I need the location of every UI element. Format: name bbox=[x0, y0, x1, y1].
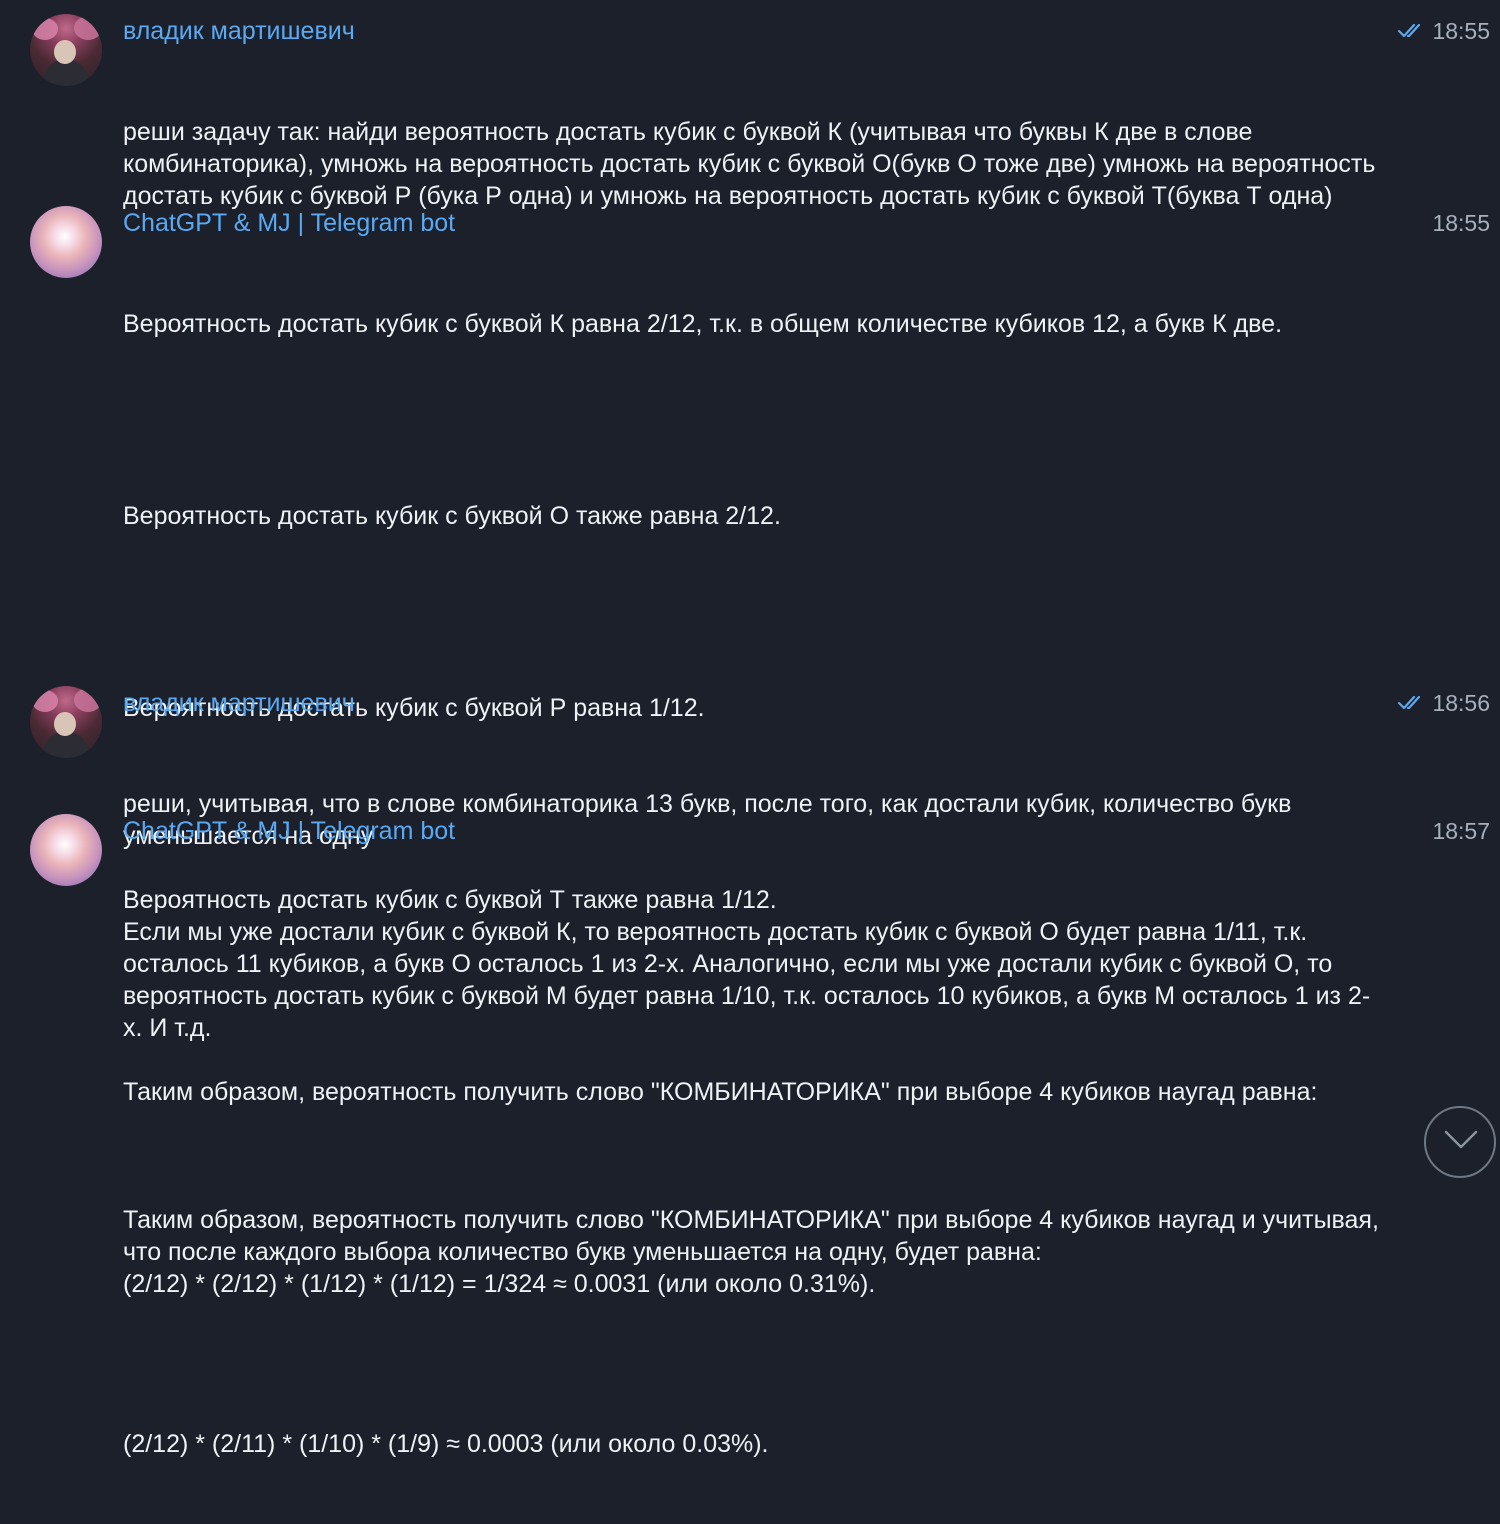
message-time: 18:57 bbox=[1432, 814, 1490, 848]
time-label: 18:55 bbox=[1432, 210, 1490, 236]
message-paragraph: Вероятность достать кубик с буквой О так… bbox=[123, 502, 781, 530]
avatar[interactable] bbox=[30, 686, 102, 758]
sender-name[interactable]: ChatGPT & MJ | Telegram bot bbox=[123, 206, 455, 240]
sender-name[interactable]: владик мартишевич bbox=[123, 14, 355, 48]
avatar[interactable] bbox=[30, 206, 102, 278]
time-label: 18:55 bbox=[1432, 18, 1490, 44]
double-check-icon bbox=[1398, 695, 1421, 710]
time-label: 18:57 bbox=[1432, 818, 1490, 844]
message-paragraph: Если мы уже достали кубик с буквой К, то… bbox=[123, 918, 1371, 1042]
message-text: Если мы уже достали кубик с буквой К, то… bbox=[123, 852, 1383, 1524]
chat-message-list[interactable]: владик мартишевич 18:55 реши задачу так:… bbox=[0, 0, 1500, 1458]
sender-name[interactable]: ChatGPT & MJ | Telegram bot bbox=[123, 814, 455, 848]
time-label: 18:56 bbox=[1432, 690, 1490, 716]
message-paragraph: реши задачу так: найди вероятность доста… bbox=[123, 118, 1383, 210]
message-paragraph: Таким образом, вероятность получить слов… bbox=[123, 1206, 1386, 1266]
chevron-down-icon bbox=[1444, 1130, 1478, 1149]
message-time: 18:55 bbox=[1398, 14, 1490, 48]
message-paragraph: (2/12) * (2/11) * (1/10) * (1/9) ≈ 0.000… bbox=[123, 1430, 769, 1458]
sender-name[interactable]: владик мартишевич bbox=[123, 686, 355, 720]
message-paragraph: Вероятность достать кубик с буквой К рав… bbox=[123, 310, 1283, 338]
message-time: 18:55 bbox=[1432, 206, 1490, 240]
avatar[interactable] bbox=[30, 814, 102, 886]
double-check-icon bbox=[1398, 23, 1421, 38]
message-time: 18:56 bbox=[1398, 686, 1490, 720]
avatar[interactable] bbox=[30, 14, 102, 86]
scroll-to-bottom-button[interactable] bbox=[1424, 1106, 1496, 1178]
message-text: реши задачу так: найди вероятность доста… bbox=[123, 52, 1383, 276]
